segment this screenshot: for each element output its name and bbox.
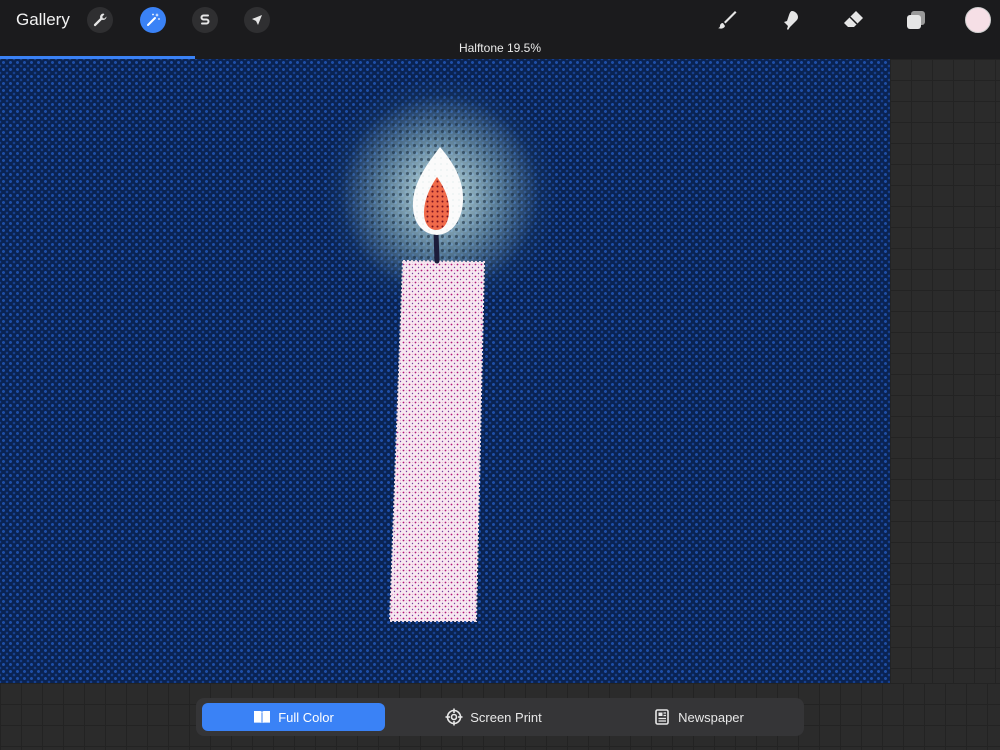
halftone-status-label: Halftone 19.5% [458, 41, 542, 55]
smudge-button[interactable] [776, 6, 804, 34]
eraser-button[interactable] [839, 6, 867, 34]
full-color-label: Full Color [278, 709, 334, 725]
arrow-cursor-icon [252, 15, 262, 25]
color-swatch[interactable] [965, 7, 991, 33]
selection-button[interactable] [192, 7, 218, 33]
drawing-canvas[interactable] [0, 59, 890, 683]
layers-button[interactable] [902, 6, 930, 34]
newspaper-label: Newspaper [678, 709, 744, 725]
crosshair-icon [445, 708, 463, 726]
halftone-mode-selector: Full Color Screen Print Newspaper [196, 698, 804, 736]
brush-icon [718, 11, 737, 29]
wrench-icon [93, 13, 107, 27]
layers-icon [907, 11, 925, 29]
newspaper-option[interactable]: Newspaper [601, 703, 796, 731]
selection-s-icon [200, 14, 210, 25]
smudge-icon [784, 11, 798, 30]
candle-body [388, 259, 486, 622]
screen-print-option[interactable]: Screen Print [396, 703, 591, 731]
adjustments-button[interactable] [140, 7, 166, 33]
magic-wand-icon [147, 13, 160, 26]
newspaper-icon [655, 709, 669, 725]
book-icon [254, 711, 271, 724]
candle-wick [433, 229, 440, 264]
eraser-icon [844, 11, 863, 27]
top-toolbar: Gallery [0, 0, 1000, 40]
screen-print-label: Screen Print [470, 709, 542, 725]
workspace-grid-right [890, 59, 1000, 683]
candle-illustration [388, 147, 486, 622]
transform-button[interactable] [244, 7, 270, 33]
brush-button[interactable] [713, 6, 741, 34]
full-color-option[interactable]: Full Color [202, 703, 385, 731]
procreate-app: Gallery Halftone 19.5% Full Color Screen… [0, 0, 1000, 750]
actions-button[interactable] [87, 7, 113, 33]
gallery-button[interactable]: Gallery [16, 10, 70, 30]
